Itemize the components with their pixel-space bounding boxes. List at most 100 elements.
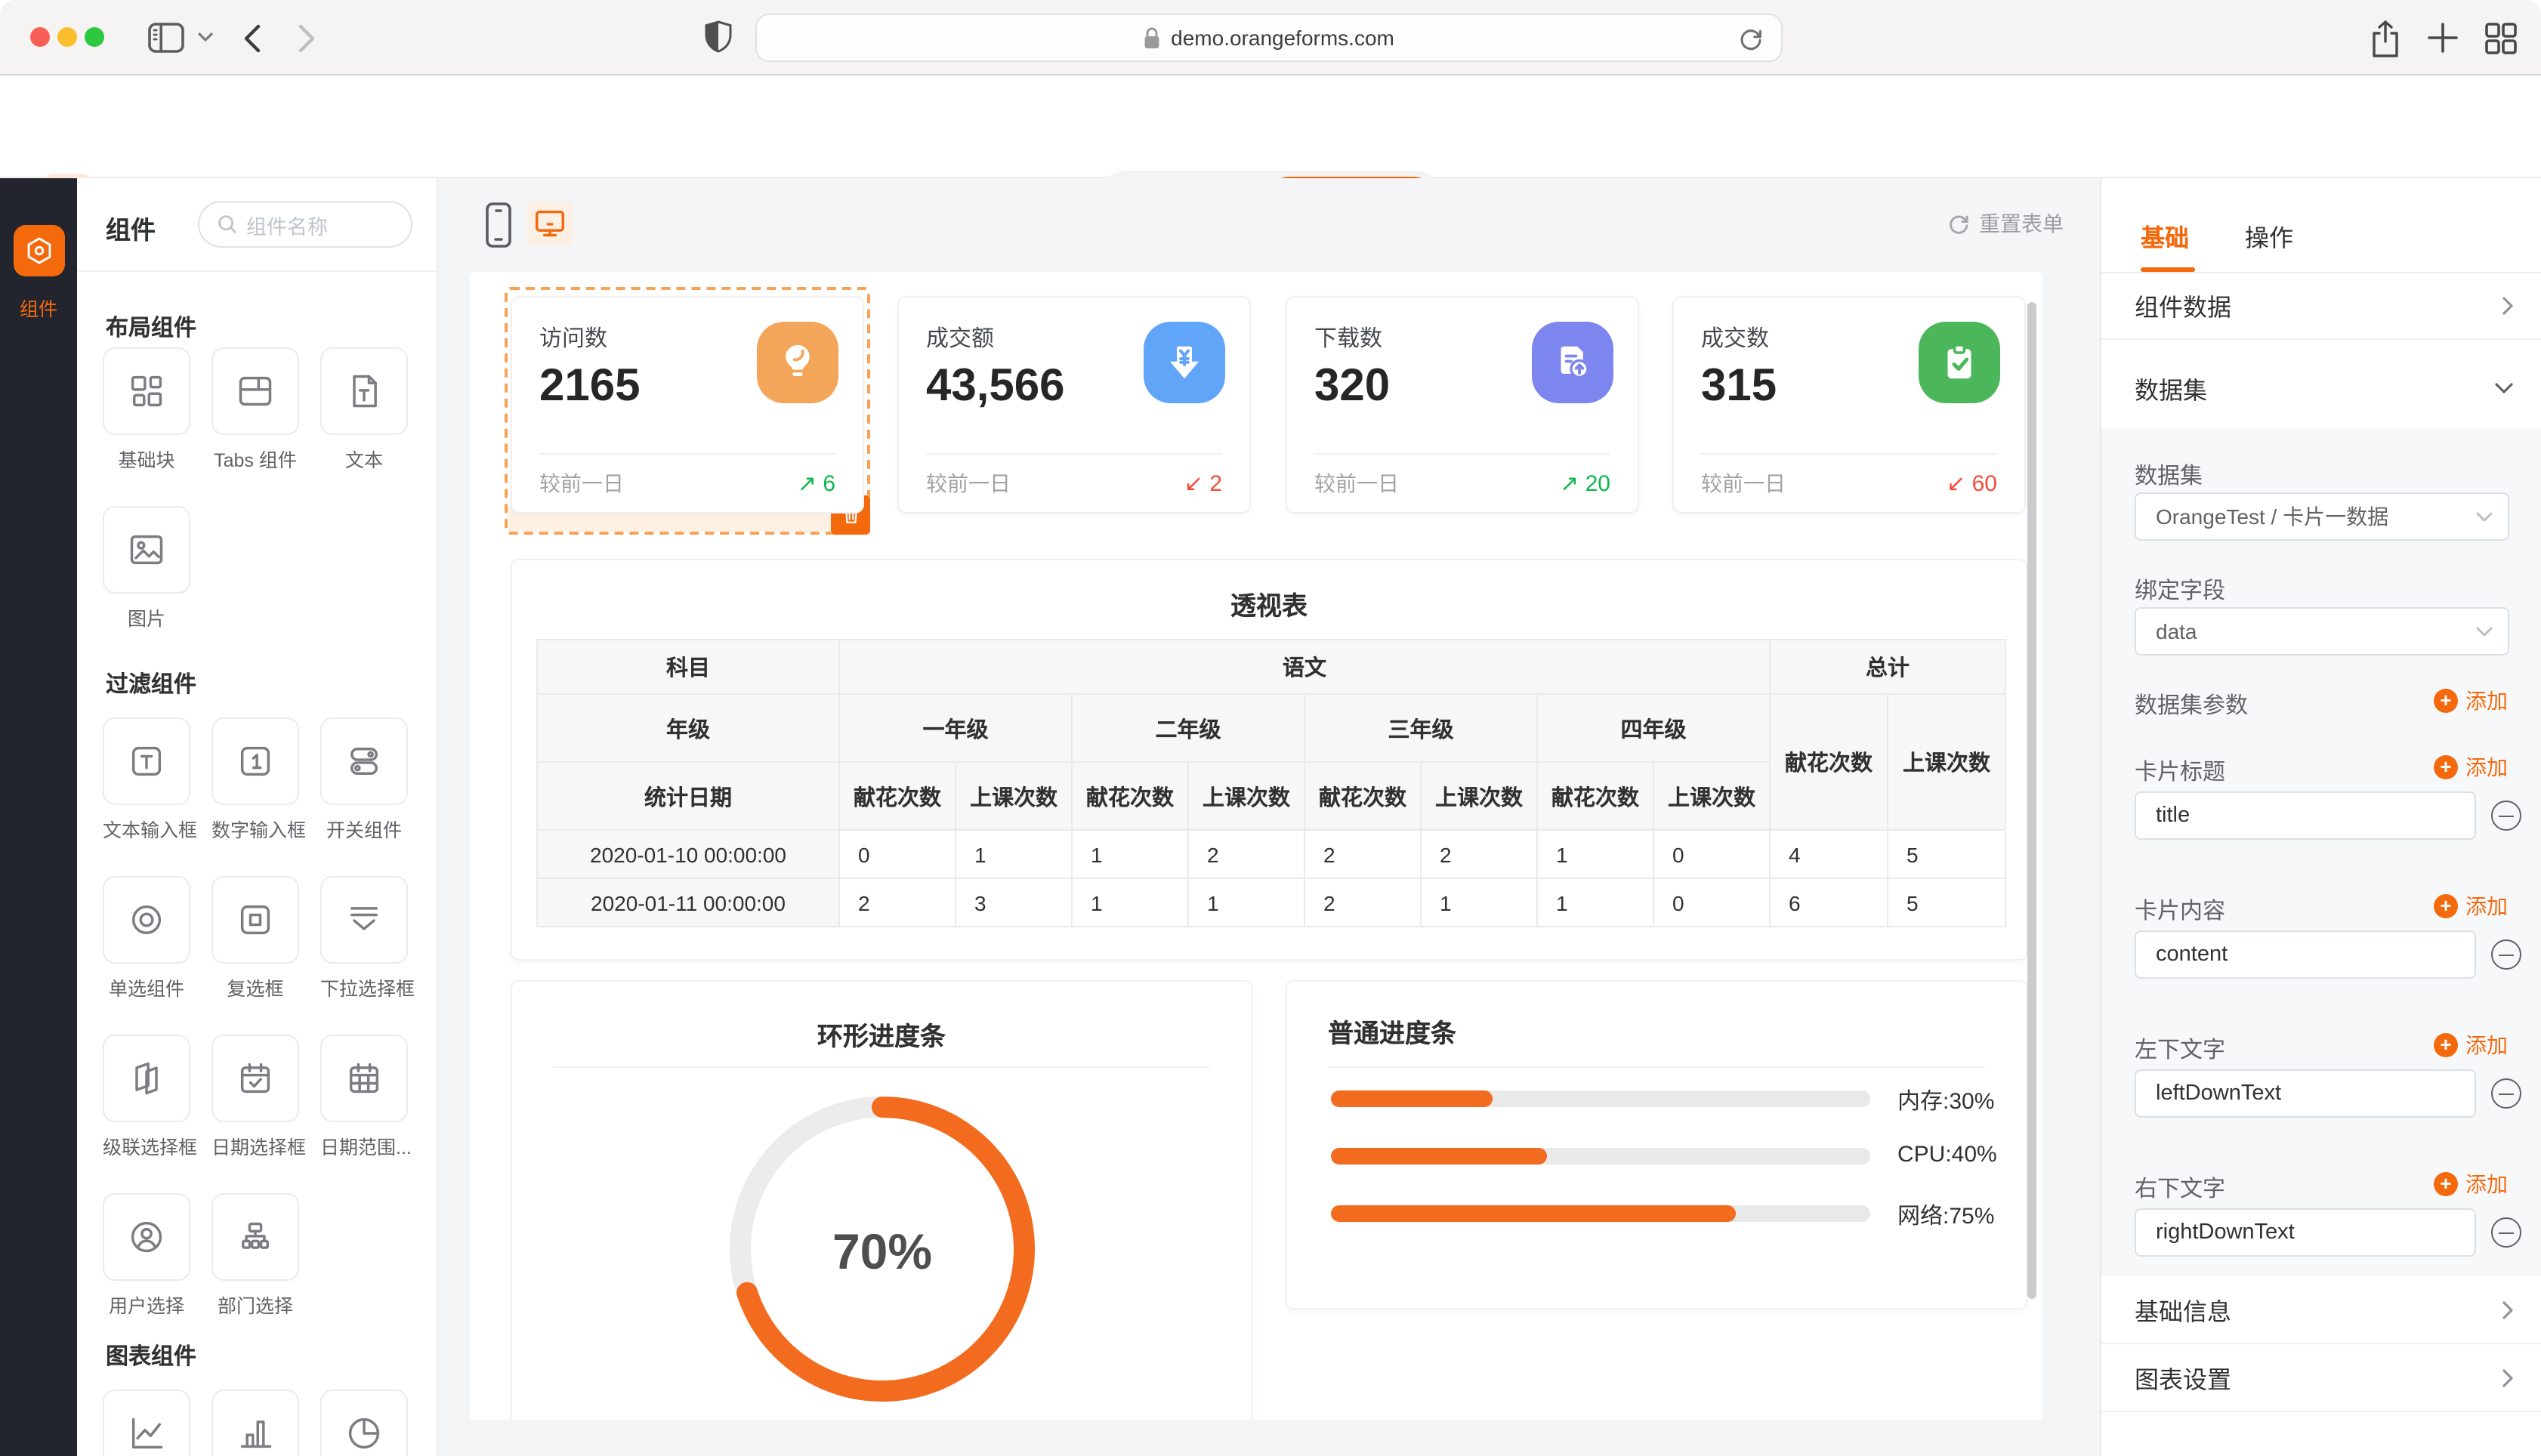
component-tile-select[interactable]: 下拉选择框 [320,876,408,1001]
component-tile-number-input[interactable]: 数字输入框 [211,717,299,843]
component-tile-bar-chart[interactable] [211,1390,299,1456]
component-tile-line-chart[interactable] [103,1390,190,1456]
basic-info-row[interactable]: 基础信息 [2101,1276,2541,1344]
pivot-corner-subject: 科目 [537,640,839,694]
stat-card-deals[interactable]: 成交数 315 较前一日 ↙ 60 [1672,296,2026,514]
component-tile-text[interactable]: 文本 [320,347,408,473]
component-tile-dept-select[interactable]: 部门选择 [211,1193,299,1319]
pivot-total: 总计 [1770,640,2005,694]
right-down-text-field[interactable]: rightDownText [2135,1208,2476,1257]
reload-icon[interactable] [1739,27,1763,51]
privacy-shield-icon[interactable] [704,20,733,56]
component-tile-radio[interactable]: 单选组件 [103,876,190,1001]
switch-icon [344,742,384,781]
user-select-icon [127,1217,166,1257]
stat-card-revenue[interactable]: 成交额 43,566 较前一日 ↙ 2 [897,296,1251,514]
tab-basic[interactable]: 基础 [2141,217,2189,254]
sidebar-toggle-icon[interactable] [148,23,184,53]
clipboard-check-icon [1919,322,2000,403]
component-tile-user-select[interactable]: 用户选择 [103,1193,190,1319]
share-icon[interactable] [2369,20,2402,59]
chevron-down-icon[interactable] [198,32,213,42]
stat-card-visits[interactable]: 访问数 2165 较前一日 ↗ 6 [511,296,864,514]
tab-actions[interactable]: 操作 [2245,217,2293,254]
app-header: 橙单统计表单 基础信息 表单设计 保存 返回 [0,76,2541,178]
add-card-title-button[interactable]: + 添加 [2434,752,2508,782]
canvas-scrollbar[interactable] [2027,302,2036,1299]
chevron-down-icon [2476,627,2493,637]
number-input-icon [236,742,275,781]
dataset-select[interactable]: OrangeTest / 卡片一数据 [2135,492,2509,541]
card-title-field[interactable]: title [2135,791,2476,840]
component-tile-text-input[interactable]: 文本输入框 [103,717,190,843]
table-row: 2020-01-11 00:00:00 2 3 1 1 2 1 1 0 6 5 [537,878,2005,927]
add-dataset-param-button[interactable]: + 添加 [2434,686,2508,716]
add-left-down-text-button[interactable]: + 添加 [2434,1030,2508,1060]
bar-chart-icon [236,1414,275,1453]
add-card-content-button[interactable]: + 添加 [2434,891,2508,921]
lock-icon [1144,26,1160,49]
select-icon [344,900,384,939]
chevron-down-icon [2494,382,2514,394]
plus-circle-icon: + [2434,894,2458,918]
stat-card-downloads[interactable]: 下载数 320 较前一日 ↗ 20 [1286,296,1639,514]
component-tile-checkbox[interactable]: 复选框 [211,876,299,1001]
close-window-button[interactable] [30,27,50,47]
ring-percent-label: 70% [716,1223,1048,1281]
component-tile-switch[interactable]: 开关组件 [320,717,408,843]
component-search-input[interactable]: 组件名称 [198,201,412,248]
components-panel: 组件 组件名称 布局组件 基础块 Tabs 组件 文本 图片 [77,178,438,1456]
component-tile-date-range[interactable]: 日期范围... [320,1035,408,1160]
pivot-table-card[interactable]: 透视表 科目 语文 总计 年级 一年级 二年级 三年级 四年级 献花次数 [511,559,2027,961]
table-row: 2020-01-10 00:00:00 0 1 1 2 2 2 1 0 4 5 [537,830,2005,878]
component-tile-basic-block[interactable]: 基础块 [103,347,190,473]
chevron-right-icon [2502,1368,2514,1387]
monitor-icon [533,208,567,239]
add-right-down-text-button[interactable]: + 添加 [2434,1169,2508,1199]
section-title-chart: 图表组件 [106,1340,196,1371]
plus-circle-icon: + [2434,689,2458,713]
form-canvas-page[interactable]: 访问数 2165 较前一日 ↗ 6 成交额 43,566 [470,272,2042,1420]
component-tile-tabs[interactable]: Tabs 组件 [211,347,299,473]
address-bar[interactable]: demo.orangeforms.com [755,14,1783,62]
trend-up-arrow: ↗ [1560,471,1579,497]
ring-progress-card[interactable]: 环形进度条 70% [511,980,1252,1420]
design-canvas-area: 重置表单 访问数 2165 较前一日 ↗ 6 [438,178,2100,1456]
left-down-text-field[interactable]: leftDownText [2135,1069,2476,1118]
card-content-field[interactable]: content [2135,930,2476,979]
component-tile-date-picker[interactable]: 日期选择框 [211,1035,299,1160]
tab-overview-icon[interactable] [2484,21,2518,56]
trend-down-arrow: ↙ [1184,471,1203,497]
chart-components-grid [103,1390,408,1456]
bar-progress-card[interactable]: 普通进度条 内存:30% CPU:40% 网络:75% [1286,980,2027,1309]
zoom-window-button[interactable] [85,27,104,47]
minimize-window-button[interactable] [57,27,77,47]
dataset-group-row[interactable]: 数据集 [2101,347,2541,429]
remove-field-button[interactable] [2491,939,2521,970]
back-button[interactable] [243,24,261,53]
components-rail-button[interactable] [14,225,65,276]
bars-title: 普通进度条 [1328,1012,1456,1050]
chart-settings-row[interactable]: 图表设置 [2101,1344,2541,1412]
browser-chrome: demo.orangeforms.com [0,0,2541,76]
component-tile-cascader[interactable]: 级联选择框 [103,1035,190,1160]
forward-button[interactable] [298,24,316,53]
mobile-preview-button[interactable] [483,201,514,249]
remove-field-button[interactable] [2491,1078,2521,1109]
component-tile-image[interactable]: 图片 [103,506,190,631]
remove-field-button[interactable] [2491,1217,2521,1248]
desktop-preview-button[interactable] [527,201,573,246]
yen-download-icon [1144,322,1225,403]
new-tab-icon[interactable] [2426,21,2459,54]
dataset-settings-group: 数据集 OrangeTest / 卡片一数据 绑定字段 data 数据集参数 +… [2101,429,2541,1276]
progress-bar-network [1331,1205,1870,1222]
component-data-row[interactable]: 组件数据 [2101,272,2541,340]
image-icon [127,530,166,569]
component-tile-pie-chart[interactable] [320,1390,408,1456]
bind-field-select[interactable]: data [2135,607,2509,656]
reset-form-button[interactable]: 重置表单 [1947,208,2064,239]
remove-field-button[interactable] [2491,800,2521,831]
doc-upload-icon [1532,322,1613,403]
cascader-icon [127,1059,166,1098]
radio-icon [127,900,166,939]
